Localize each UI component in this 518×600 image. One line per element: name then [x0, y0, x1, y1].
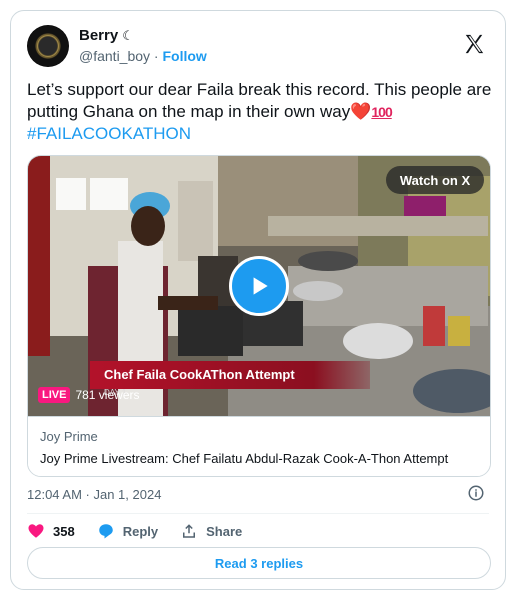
reply-label: Reply — [122, 523, 159, 539]
media-title: Joy Prime Livestream: Chef Failatu Abdul… — [40, 451, 449, 466]
author-name-line[interactable]: Berry ☾ — [79, 27, 134, 44]
reply-button[interactable]: Reply — [97, 522, 158, 540]
tweet-body: Let’s support our dear Faila break this … — [27, 80, 492, 121]
play-button[interactable] — [229, 256, 289, 316]
tweet-header: Berry ☾ @fanti_boy · Follow — [27, 25, 491, 69]
live-indicator: LIVE 781 viewers — [38, 386, 139, 404]
avatar[interactable] — [27, 25, 69, 67]
red-heart-emoji: ❤️ — [350, 102, 372, 121]
follow-button[interactable]: Follow — [163, 48, 207, 64]
like-count: 358 — [53, 523, 75, 539]
share-icon — [180, 522, 198, 540]
live-badge: LIVE — [38, 387, 71, 403]
share-label: Share — [206, 523, 243, 539]
hashtag-link[interactable]: #FAILACOOKATHON — [27, 123, 497, 145]
author-handle-line: @fanti_boy · Follow — [79, 48, 207, 64]
share-button[interactable]: Share — [180, 522, 242, 540]
video-overlay-title: Chef Faila CookAThon Attempt — [90, 361, 370, 389]
read-replies-button[interactable]: Read 3 replies — [27, 547, 491, 579]
play-icon — [253, 277, 268, 295]
hundred-points-emoji: 100 — [371, 104, 392, 120]
reply-bubble-icon — [97, 522, 115, 540]
action-bar: 358 Reply Share — [27, 519, 264, 543]
like-button[interactable]: 358 — [27, 522, 75, 540]
video-player[interactable]: Watch on X Chef Faila CookAThon Attempt … — [28, 156, 490, 416]
author-handle[interactable]: @fanti_boy — [79, 48, 150, 64]
x-logo-icon[interactable] — [463, 33, 485, 55]
info-icon[interactable] — [467, 484, 485, 502]
author-name[interactable]: Berry — [79, 27, 118, 44]
divider — [27, 513, 489, 514]
media-caption[interactable]: Joy Prime Joy Prime Livestream: Chef Fai… — [28, 416, 490, 476]
tweet-card: Berry ☾ @fanti_boy · Follow Let’s support… — [10, 10, 506, 590]
tweet-timestamp[interactable]: 12:04 AM · Jan 1, 2024 — [27, 487, 161, 502]
viewer-count: 781 viewers — [75, 388, 140, 402]
watch-on-x-button[interactable]: Watch on X — [386, 166, 484, 194]
tweet-text: Let’s support our dear Faila break this … — [27, 79, 497, 145]
separator: · — [150, 48, 163, 64]
media-card[interactable]: Watch on X Chef Faila CookAThon Attempt … — [27, 155, 491, 477]
media-source: Joy Prime — [40, 429, 98, 444]
moon-icon: ☾ — [122, 28, 134, 43]
heart-icon — [27, 522, 45, 540]
